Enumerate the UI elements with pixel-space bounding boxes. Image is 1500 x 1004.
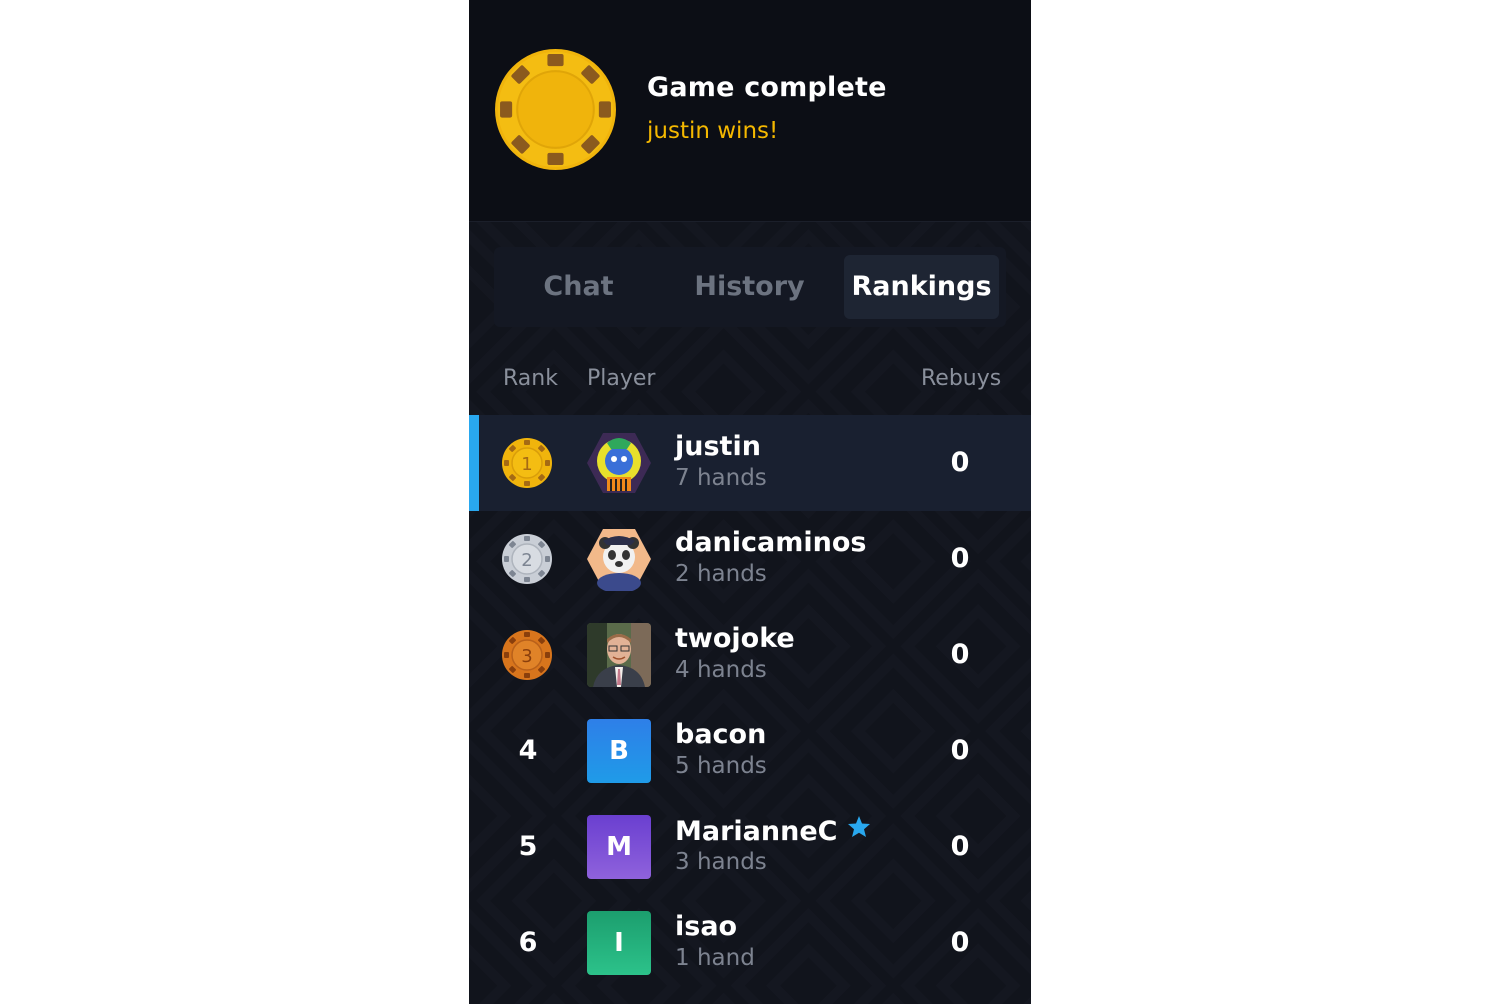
tab-rankings[interactable]: Rankings — [844, 255, 999, 319]
rebuys-column-header: Rebuys — [921, 366, 1002, 391]
bronze-rank-chip-icon: 3 — [502, 630, 552, 680]
hands-count: 2 hands — [675, 561, 767, 587]
rebuys-count: 0 — [950, 447, 970, 478]
rebuys-count: 0 — [950, 735, 970, 766]
player-name-container[interactable]: MarianneC — [675, 815, 871, 847]
selected-row-indicator — [469, 415, 479, 511]
photo-avatar[interactable] — [587, 623, 651, 687]
letter-avatar[interactable]: B — [587, 719, 651, 783]
player-name[interactable]: twojoke — [675, 623, 795, 654]
table-row[interactable]: 6 I isao 1 hand 0 — [469, 895, 1031, 991]
game-complete-header: Game complete justin wins! — [469, 0, 1031, 222]
silver-rank-chip-icon: 2 — [502, 534, 552, 584]
table-row[interactable]: 4 B bacon 5 hands 0 — [469, 703, 1031, 799]
rank-number: 1 — [521, 454, 532, 475]
tab-history[interactable]: History — [672, 255, 827, 319]
tab-bar: Chat History Rankings — [494, 247, 1006, 327]
rank-number: 4 — [518, 735, 538, 766]
player-name[interactable]: danicaminos — [675, 527, 866, 558]
rebuys-count: 0 — [950, 927, 970, 958]
star-icon — [848, 816, 871, 837]
cartoon-wolf-avatar[interactable] — [587, 431, 651, 495]
hands-count: 1 hand — [675, 945, 755, 971]
table-row[interactable]: 2 danicaminos 2 hands 0 — [469, 511, 1031, 607]
table-row[interactable]: 3 twojoke 4 hands 0 — [469, 607, 1031, 703]
letter-avatar[interactable]: I — [587, 911, 651, 975]
hands-count: 5 hands — [675, 753, 767, 779]
page-title: Game complete — [647, 72, 887, 103]
avatar-letter: I — [614, 928, 624, 958]
rank-number: 2 — [521, 550, 532, 571]
hands-count: 4 hands — [675, 657, 767, 683]
game-panel: Game complete justin wins! Chat History … — [469, 0, 1031, 1004]
player-name[interactable]: MarianneC — [675, 816, 837, 847]
rank-number: 6 — [518, 927, 538, 958]
rank-column-header: Rank — [503, 366, 558, 391]
table-row[interactable]: 1 justin 7 hands 0 — [469, 415, 1031, 511]
hands-count: 7 hands — [675, 465, 767, 491]
rank-number: 5 — [518, 831, 538, 862]
table-row[interactable]: 5 M MarianneC 3 hands 0 — [469, 799, 1031, 895]
avatar-letter: B — [609, 736, 629, 766]
rebuys-count: 0 — [950, 639, 970, 670]
hands-count: 3 hands — [675, 849, 767, 875]
rebuys-count: 0 — [950, 543, 970, 574]
rebuys-count: 0 — [950, 831, 970, 862]
player-name[interactable]: justin — [675, 431, 761, 462]
rank-number: 3 — [521, 646, 532, 667]
avatar-letter: M — [606, 832, 632, 862]
winner-subtitle: justin wins! — [647, 118, 779, 144]
gold-rank-chip-icon: 1 — [502, 438, 552, 488]
player-name[interactable]: isao — [675, 911, 737, 942]
player-name[interactable]: bacon — [675, 719, 766, 750]
tab-chat[interactable]: Chat — [502, 255, 655, 319]
player-column-header: Player — [587, 366, 656, 391]
letter-avatar[interactable]: M — [587, 815, 651, 879]
cartoon-panda-avatar[interactable] — [587, 527, 651, 591]
poker-chip-icon — [495, 49, 616, 170]
